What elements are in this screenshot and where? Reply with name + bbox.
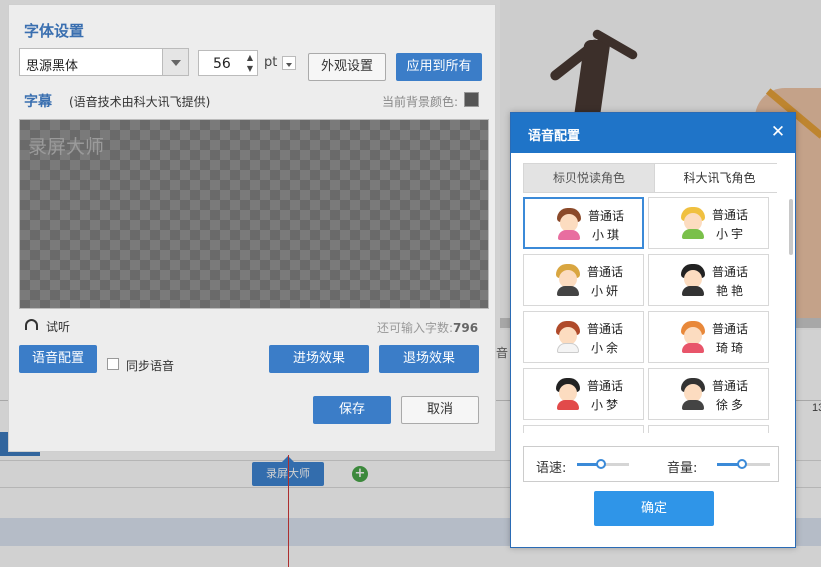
voice-name: 艳艳 xyxy=(716,284,747,298)
voice-card-xiaomeng[interactable]: 普通话 小梦 xyxy=(523,368,644,420)
voice-lang: 普通话 xyxy=(712,208,749,222)
volume-slider-thumb[interactable] xyxy=(736,459,747,469)
exit-effect-button[interactable]: 退场效果 xyxy=(379,345,479,373)
font-family-value: 思源黑体 xyxy=(26,59,79,74)
cancel-button[interactable]: 取消 xyxy=(401,396,479,424)
dialog-header: 语音配置 ✕ xyxy=(511,113,795,153)
voice-lang: 普通话 xyxy=(588,209,625,223)
voice-lang: 普通话 xyxy=(587,265,624,279)
voice-list: 普通话 小琪 普通话 小宇 普通话 小妍 普通话 艳艳 普通话 小余 普通话 琦… xyxy=(523,197,773,433)
voice-card-partial[interactable] xyxy=(648,425,769,433)
tab-iflytek[interactable]: 科大讯飞角色 xyxy=(654,164,784,192)
subtitle-text: 录屏大师 xyxy=(28,136,105,158)
listen-button[interactable]: 试听 xyxy=(46,318,70,335)
voice-provider-tabs: 标贝悦读角色 科大讯飞角色 xyxy=(523,163,784,193)
voice-card-xiaoyu2[interactable]: 普通话 小余 xyxy=(523,311,644,363)
girl-orange-hair-avatar-icon xyxy=(679,321,709,355)
speed-slider[interactable] xyxy=(577,459,629,469)
voice-card-xiaoqi[interactable]: 普通话 小琪 xyxy=(523,197,644,249)
chevron-down-icon[interactable] xyxy=(162,49,188,75)
voice-name: 小琪 xyxy=(592,228,623,242)
boy-red-hair-avatar-icon xyxy=(554,321,584,355)
voice-lang: 普通话 xyxy=(712,265,749,279)
decrement-icon[interactable]: ▼ xyxy=(245,64,255,74)
headphone-icon[interactable] xyxy=(25,319,38,330)
size-unit-label: pt xyxy=(264,55,278,70)
tab-biaobei[interactable]: 标贝悦读角色 xyxy=(524,164,654,192)
voice-lang: 普通话 xyxy=(712,379,749,393)
voice-card-xuduo[interactable]: 普通话 徐多 xyxy=(648,368,769,420)
voice-name: 小妍 xyxy=(591,284,622,298)
volume-label: 音量: xyxy=(667,461,698,476)
sync-voice-label: 同步语音 xyxy=(126,359,175,373)
speed-label: 语速: xyxy=(536,461,567,476)
apply-to-all-button[interactable]: 应用到所有 xyxy=(396,53,482,81)
girl-avatar-icon xyxy=(555,208,585,242)
appearance-settings-button[interactable]: 外观设置 xyxy=(308,53,386,81)
girl-smile-avatar-icon xyxy=(554,378,584,412)
voice-config-button[interactable]: 语音配置 xyxy=(19,345,97,373)
voice-card-xiaoyu[interactable]: 普通话 小宇 xyxy=(648,197,769,249)
man-mustache-avatar-icon xyxy=(679,378,709,412)
voice-list-scrollbar[interactable] xyxy=(789,199,793,255)
unit-dropdown-icon[interactable] xyxy=(282,56,296,70)
remaining-chars: 还可输入字数:796 xyxy=(377,319,478,336)
subtitle-provider-note: (语音技术由科大讯飞提供) xyxy=(69,95,211,109)
voice-config-dialog: 语音配置 ✕ 标贝悦读角色 科大讯飞角色 普通话 小琪 普通话 小宇 普通话 小… xyxy=(510,112,796,548)
voice-lang: 普通话 xyxy=(712,322,749,336)
subtitle-text-area[interactable]: 录屏大师 xyxy=(19,119,489,309)
boy-avatar-icon xyxy=(679,207,709,241)
save-button[interactable]: 保存 xyxy=(313,396,391,424)
voice-card-qiqi[interactable]: 普通话 琦琦 xyxy=(648,311,769,363)
voice-params: 语速: 音量: xyxy=(523,446,779,482)
remaining-label: 还可输入字数: xyxy=(377,321,454,335)
woman-headset-avatar-icon xyxy=(679,264,709,298)
bg-color-swatch[interactable] xyxy=(464,92,479,107)
font-size-stepper[interactable]: 56 ▲ ▼ xyxy=(198,50,258,76)
voice-lang: 普通话 xyxy=(587,379,624,393)
font-size-value: 56 xyxy=(213,56,231,72)
font-family-select[interactable]: 思源黑体 xyxy=(19,48,189,76)
remaining-count: 796 xyxy=(453,321,479,335)
speed-slider-thumb[interactable] xyxy=(596,459,606,469)
voice-card-partial[interactable] xyxy=(523,425,644,433)
voice-name: 小宇 xyxy=(716,227,747,241)
volume-slider[interactable] xyxy=(717,459,770,469)
dialog-title: 语音配置 xyxy=(528,129,581,144)
man-glasses-avatar-icon xyxy=(554,264,584,298)
voice-card-yanyan[interactable]: 普通话 艳艳 xyxy=(648,254,769,306)
voice-name: 小余 xyxy=(591,341,622,355)
voice-name: 徐多 xyxy=(716,398,747,412)
voice-lang: 普通话 xyxy=(587,322,624,336)
bg-color-label: 当前背景颜色: xyxy=(382,95,459,109)
sync-voice-checkbox[interactable] xyxy=(107,358,119,370)
panel-title: 字体设置 xyxy=(24,22,85,40)
voice-name: 小梦 xyxy=(591,398,622,412)
ok-button[interactable]: 确定 xyxy=(594,491,714,526)
voice-name: 琦琦 xyxy=(716,341,747,355)
enter-effect-button[interactable]: 进场效果 xyxy=(269,345,369,373)
font-settings-panel: 字体设置 思源黑体 56 ▲ ▼ pt 外观设置 应用到所有 字幕 (语音技术由… xyxy=(8,4,496,452)
close-icon[interactable]: ✕ xyxy=(768,121,788,143)
subtitle-heading: 字幕 xyxy=(24,94,52,110)
increment-icon[interactable]: ▲ xyxy=(245,53,255,63)
voice-card-xiaoyan[interactable]: 普通话 小妍 xyxy=(523,254,644,306)
